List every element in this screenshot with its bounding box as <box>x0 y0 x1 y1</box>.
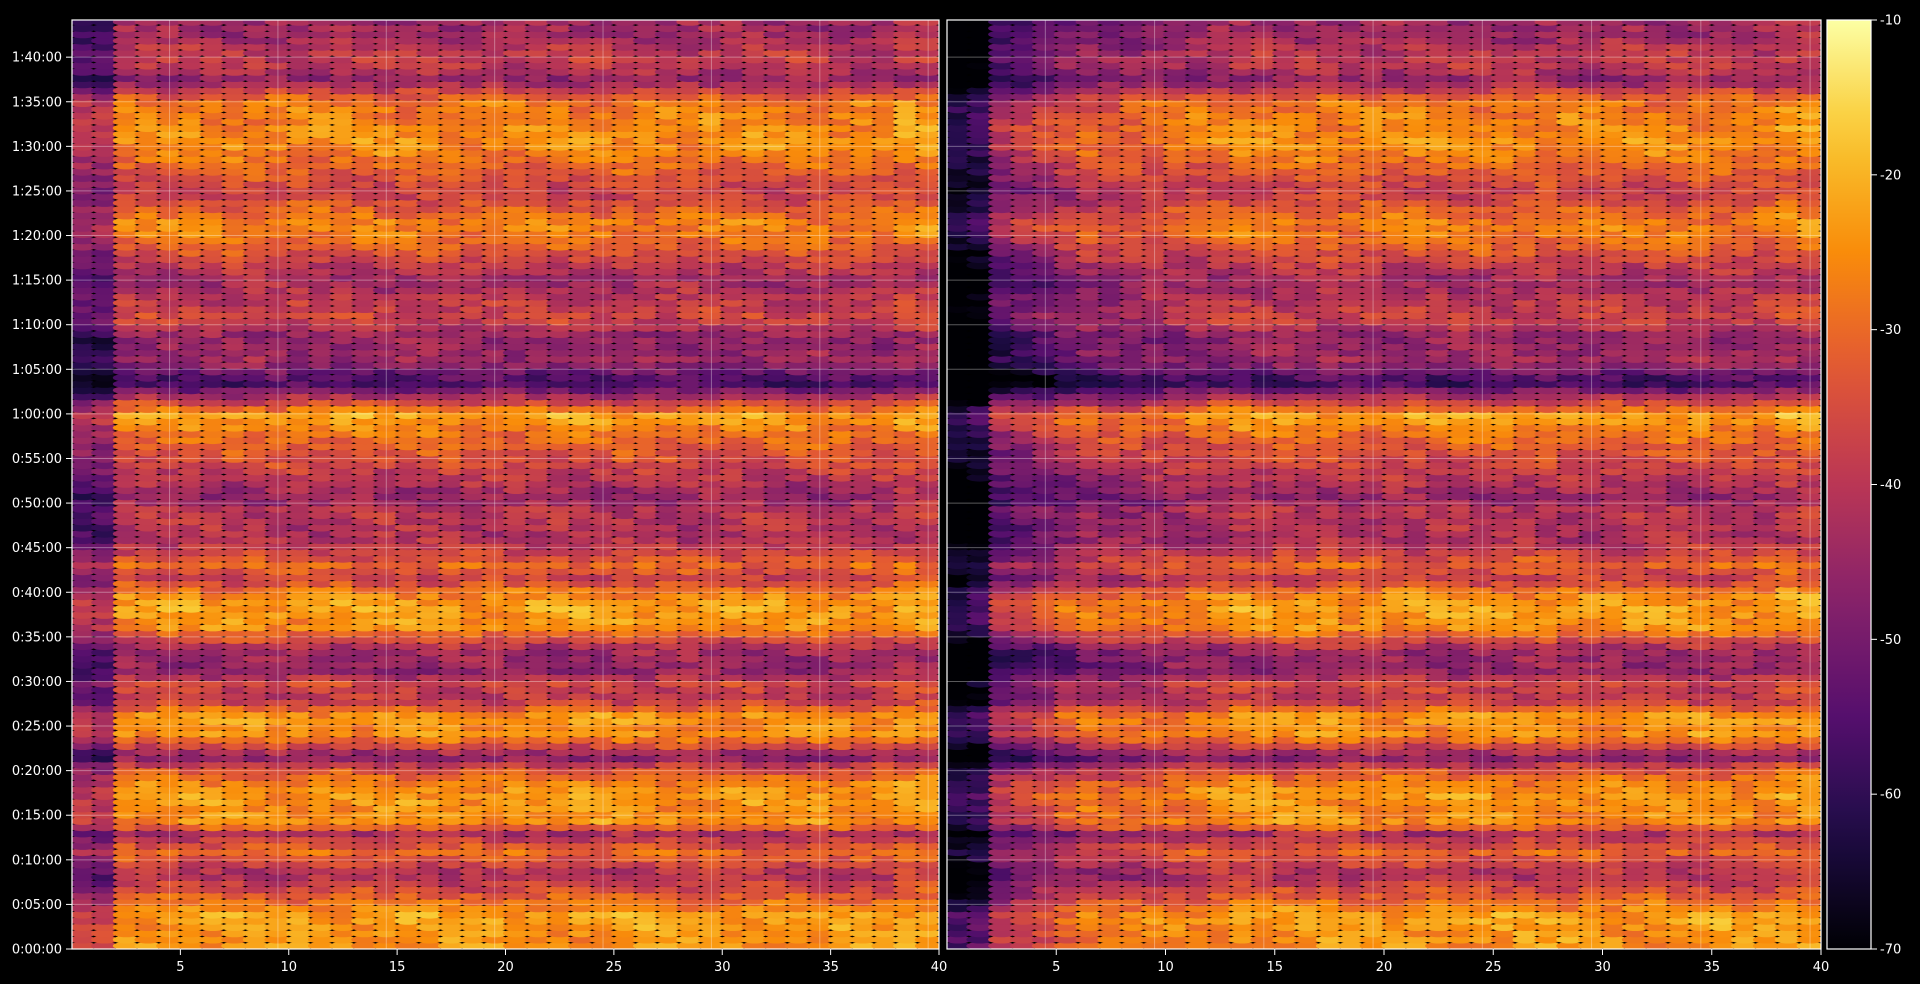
heatmap-panel-left <box>72 20 939 949</box>
heatmap-chart: 0:00:000:05:000:10:000:15:000:20:000:25:… <box>0 0 1920 984</box>
